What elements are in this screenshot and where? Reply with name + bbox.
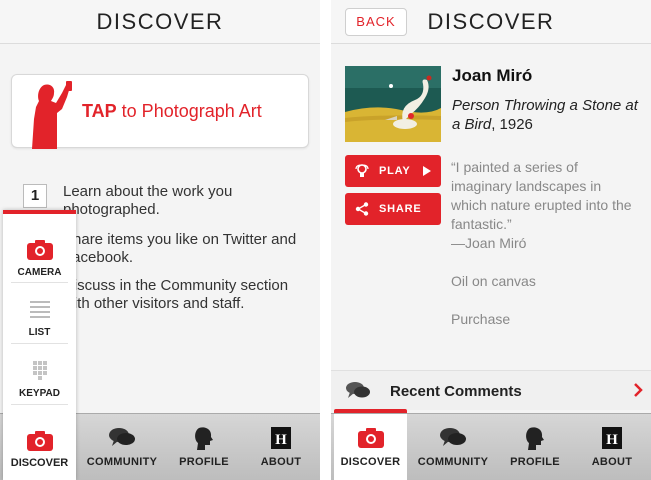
person-with-phone-icon — [32, 81, 72, 149]
step-learn: Learn about the work you photographed. — [63, 183, 303, 219]
audio-guide-icon — [355, 164, 369, 177]
tab-profile[interactable]: PROFILE — [166, 414, 242, 480]
tab-label: COMMUNITY — [417, 456, 489, 468]
page-title: DISCOVER — [96, 9, 224, 34]
popup-item-label: KEYPAD — [19, 388, 60, 399]
artwork-title-text: Person Throwing a Stone at a Bird — [452, 97, 638, 133]
back-button[interactable]: BACK — [345, 8, 407, 36]
camera-mode-popup: CAMERA LIST KEYPAD DISCOVER — [3, 210, 76, 480]
recent-comments-label: Recent Comments — [390, 383, 522, 400]
tab-about[interactable]: H ABOUT — [242, 414, 320, 480]
play-button[interactable]: PLAY — [345, 155, 441, 187]
tab-profile[interactable]: PROFILE — [497, 414, 573, 480]
share-label: SHARE — [379, 203, 422, 215]
h-logo-icon: H — [602, 427, 622, 449]
svg-text:H: H — [275, 432, 287, 448]
divider — [11, 343, 68, 344]
tab-label: DISCOVER — [340, 456, 401, 468]
chevron-right-icon — [634, 383, 643, 397]
chat-bubbles-icon — [346, 382, 370, 398]
artist-quote: “I painted a series of imaginary landsca… — [451, 158, 636, 253]
popup-item-label: CAMERA — [17, 267, 62, 278]
tap-label: TAP to Photograph Art — [82, 101, 262, 122]
artwork-title: Person Throwing a Stone at a Bird, 1926 — [452, 96, 642, 134]
header: BACK DISCOVER — [331, 0, 651, 44]
artwork-year: , 1926 — [491, 116, 533, 133]
divider — [11, 404, 68, 405]
popup-accent-bar — [3, 210, 76, 214]
artwork-medium: Oil on canvas — [451, 273, 536, 289]
h-logo-icon: H — [271, 427, 291, 449]
quote-attribution: —Joan Miró — [451, 235, 527, 251]
tab-bar: DISCOVER COMMUNITY PROFILE H ABOUT — [331, 409, 651, 480]
share-icon — [355, 202, 369, 216]
header: DISCOVER — [0, 0, 320, 44]
camera-icon — [27, 431, 53, 451]
tab-label: PROFILE — [179, 456, 229, 468]
popup-item-camera[interactable]: CAMERA — [3, 224, 76, 284]
play-arrow-icon — [423, 166, 431, 176]
step-share: Share items you like on Twitter and Face… — [63, 231, 303, 267]
screen-separator — [320, 0, 331, 480]
step-discuss: Discuss in the Community section with ot… — [63, 277, 303, 313]
play-label: PLAY — [379, 165, 411, 177]
popup-item-label: LIST — [28, 327, 51, 338]
popup-item-keypad[interactable]: KEYPAD — [3, 345, 76, 405]
tab-label: PROFILE — [510, 456, 560, 468]
tap-label-bold: TAP — [82, 101, 117, 121]
artwork-thumbnail — [345, 66, 441, 142]
tab-community[interactable]: COMMUNITY — [78, 414, 166, 480]
page-title: DISCOVER — [427, 9, 555, 34]
tab-label: ABOUT — [591, 456, 633, 468]
discover-screen-artwork: BACK DISCOVER Joan Miró Person Throwing … — [331, 0, 651, 480]
tap-label-rest: to Photograph Art — [116, 101, 262, 121]
tap-to-photograph-button[interactable]: TAP to Photograph Art — [11, 74, 309, 149]
popup-item-list[interactable]: LIST — [3, 284, 76, 344]
camera-icon — [27, 240, 53, 260]
artwork-credit: Purchase — [451, 311, 511, 327]
discover-screen-intro: DISCOVER TAP to Photograph Art 1 Learn a… — [0, 0, 320, 480]
tab-discover[interactable]: DISCOVER — [334, 409, 407, 480]
tab-label: DISCOVER — [10, 457, 69, 469]
artist-name: Joan Miró — [452, 66, 533, 85]
share-button[interactable]: SHARE — [345, 193, 441, 225]
tab-discover[interactable]: DISCOVER — [3, 415, 76, 475]
svg-text:H: H — [606, 432, 618, 448]
list-icon — [30, 301, 50, 318]
keypad-icon — [33, 361, 47, 380]
step-number: 1 — [23, 184, 47, 208]
camera-icon — [357, 428, 384, 448]
active-tab-indicator — [334, 409, 407, 413]
chat-bubbles-icon — [440, 428, 466, 446]
recent-comments-row[interactable]: Recent Comments — [331, 370, 651, 410]
head-profile-icon — [195, 427, 213, 450]
divider — [11, 282, 68, 283]
step-learn-bold: Learn — [63, 183, 102, 200]
tab-about[interactable]: H ABOUT — [573, 414, 651, 480]
tab-community[interactable]: COMMUNITY — [409, 414, 497, 480]
head-profile-icon — [526, 427, 544, 450]
tab-label: ABOUT — [260, 456, 302, 468]
chat-bubbles-icon — [109, 428, 135, 446]
quote-text: “I painted a series of imaginary landsca… — [451, 159, 632, 232]
tab-label: COMMUNITY — [86, 456, 158, 468]
